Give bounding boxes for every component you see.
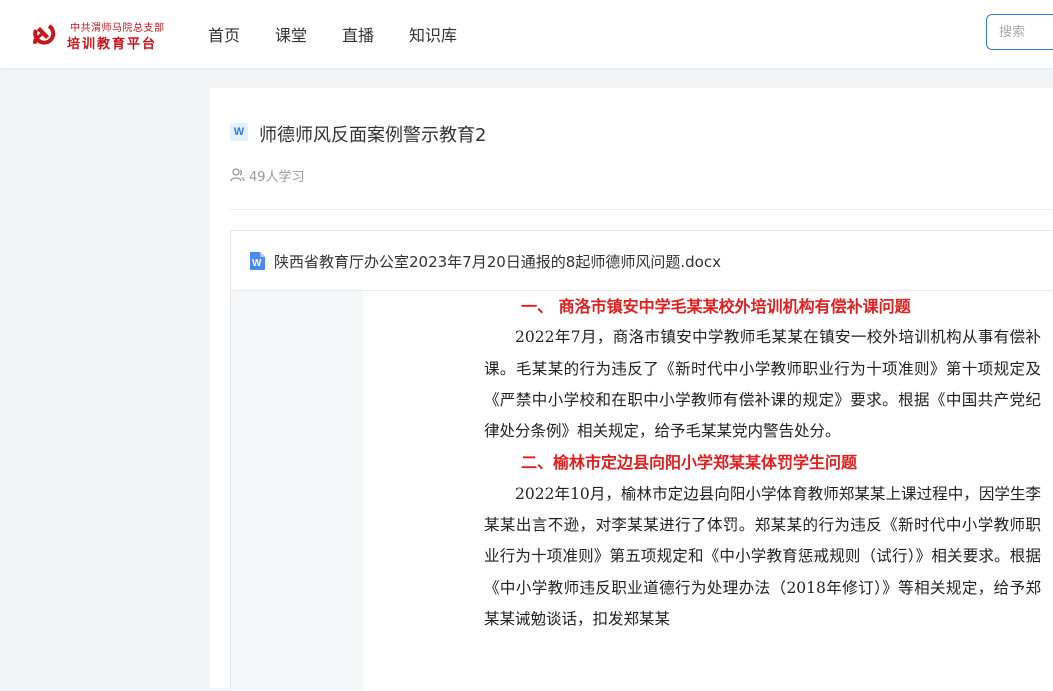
- top-navigation-bar: 中共渭师马院总支部 培训教育平台 首页 课堂 直播 知识库: [0, 0, 1053, 68]
- search-input[interactable]: [986, 14, 1053, 50]
- document-content: 一、 商洛市镇安中学毛某某校外培训机构有偿补课问题 2022年7月，商洛市镇安中…: [484, 291, 1041, 635]
- word-doc-badge-icon: W: [230, 123, 248, 141]
- document-file-name: 陕西省教育厅办公室2023年7月20日通报的8起师德师风问题.docx: [274, 253, 721, 271]
- section-heading-1: 一、 商洛市镇安中学毛某某校外培训机构有偿补课问题: [521, 297, 911, 316]
- divider: [230, 209, 1053, 210]
- document-viewer: W 陕西省教育厅办公室2023年7月20日通报的8起师德师风问题.docx 一、…: [230, 230, 1053, 691]
- svg-text:W: W: [252, 258, 262, 269]
- party-emblem-icon: [32, 24, 56, 45]
- page-title: 师德师风反面案例警示教育2: [259, 125, 487, 146]
- logo-org-name: 中共渭师马院总支部: [70, 23, 165, 34]
- document-header: W 陕西省教育厅办公室2023年7月20日通报的8起师德师风问题.docx: [231, 231, 1053, 291]
- section-paragraph-1: 2022年7月，商洛市镇安中学教师毛某某在镇安一校外培训机构从事有偿补课。毛某某…: [484, 328, 1041, 441]
- site-logo[interactable]: 中共渭师马院总支部 培训教育平台: [30, 17, 164, 52]
- section-paragraph-2: 2022年10月，榆林市定边县向阳小学体育教师郑某某上课过程中，因学生李某某出言…: [484, 484, 1041, 628]
- document-page[interactable]: 一、 商洛市镇安中学毛某某校外培训机构有偿补课问题 2022年7月，商洛市镇安中…: [363, 291, 1053, 691]
- document-thumbnail-sidebar[interactable]: [231, 291, 363, 691]
- section-heading-2: 二、榆林市定边县向阳小学郑某某体罚学生问题: [521, 453, 858, 473]
- learner-count: 49人学习: [249, 170, 305, 185]
- users-icon: [230, 168, 245, 182]
- nav-item-knowledge-base[interactable]: 知识库: [409, 22, 457, 46]
- nav-item-live[interactable]: 直播: [342, 22, 374, 46]
- nav-item-classroom[interactable]: 课堂: [275, 22, 307, 46]
- nav-item-home[interactable]: 首页: [208, 22, 240, 46]
- logo-platform-name: 培训教育平台: [67, 37, 158, 52]
- course-detail-card: W 师德师风反面案例警示教育2 49人学习 W 陕西省教育厅办公室2023年7月…: [210, 88, 1053, 691]
- word-file-icon: W: [250, 252, 265, 270]
